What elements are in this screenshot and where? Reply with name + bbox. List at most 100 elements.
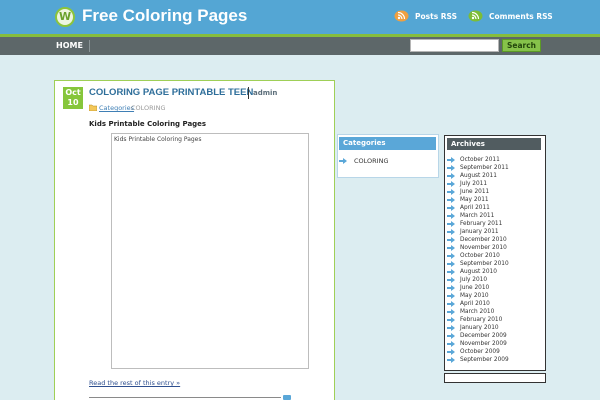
arrow-icon [339,158,347,164]
arrow-icon [447,325,455,331]
archive-item[interactable]: February 2010 [445,316,545,324]
archive-item-label: April 2010 [460,301,490,307]
archive-item[interactable]: September 2011 [445,164,545,172]
archive-item[interactable]: October 2011 [445,156,545,164]
arrow-icon [447,285,455,291]
archive-item[interactable]: January 2010 [445,324,545,332]
search-button[interactable]: Search [502,39,541,52]
archives-list: October 2011 September 2011 August 2011 Jul… [445,156,545,364]
archive-item[interactable]: July 2010 [445,276,545,284]
arrow-icon [447,245,455,251]
archive-item[interactable]: March 2010 [445,308,545,316]
arrow-icon [447,253,455,259]
archive-item-label: October 2010 [460,253,500,259]
arrow-icon [447,197,455,203]
archive-item[interactable]: April 2011 [445,204,545,212]
nav-divider [89,40,90,52]
arrow-icon [447,317,455,323]
archives-widget-footer [444,373,546,383]
archive-item-label: May 2010 [460,293,489,299]
folder-icon [89,104,97,111]
arrow-icon [447,189,455,195]
arrow-icon [447,261,455,267]
arrow-icon [447,221,455,227]
post-image[interactable]: Kids Printable Coloring Pages [111,133,309,369]
archive-item-label: May 2011 [460,197,489,203]
comments-rss-icon [468,10,483,22]
author-divider [248,87,249,99]
category-item-coloring[interactable]: COLORING [354,157,389,165]
arrow-icon [447,229,455,235]
archive-item[interactable]: July 2011 [445,180,545,188]
archive-item[interactable]: December 2010 [445,236,545,244]
archive-item[interactable]: June 2010 [445,284,545,292]
archive-item[interactable]: September 2010 [445,260,545,268]
nav-home-link[interactable]: HOME [56,41,83,50]
archive-item[interactable]: October 2010 [445,252,545,260]
archive-item[interactable]: March 2011 [445,212,545,220]
archive-item[interactable]: September 2009 [445,356,545,364]
wordpress-logo-icon[interactable] [55,7,75,27]
search-input[interactable] [410,39,499,52]
archive-item-label: December 2009 [460,333,507,339]
post-footer-divider [89,397,281,398]
arrow-icon [447,301,455,307]
arrow-icon [447,277,455,283]
arrow-icon [447,309,455,315]
archive-item-label: September 2010 [460,261,509,267]
posts-rss-label: Posts RSS [415,11,458,21]
arrow-icon [447,213,455,219]
archive-item-label: April 2011 [460,205,490,211]
categories-widget-title: Categories [339,137,436,150]
archive-item[interactable]: June 2011 [445,188,545,196]
arrow-icon [447,341,455,347]
archive-item[interactable]: February 2011 [445,220,545,228]
archive-item-label: June 2010 [460,285,490,291]
arrow-icon [447,237,455,243]
archive-item-label: July 2011 [460,181,488,187]
archive-item-label: September 2009 [460,357,509,363]
comments-rss-link[interactable]: Comments RSS [468,10,553,22]
arrow-icon [447,333,455,339]
rss-icon [394,10,409,22]
arrow-icon [447,269,455,275]
archive-item[interactable]: January 2011 [445,228,545,236]
read-more-link[interactable]: Read the rest of this entry » [89,379,180,387]
image-alt-text: Kids Printable Coloring Pages [114,136,202,143]
archive-item-label: August 2011 [460,173,497,179]
comments-rss-label: Comments RSS [489,11,553,21]
archive-item[interactable]: April 2010 [445,300,545,308]
main-nav: HOME Search [0,37,600,55]
post-category[interactable]: COLORING [131,104,166,112]
categories-label[interactable]: Categories [99,104,134,112]
archives-widget-title: Archives [447,138,541,150]
archive-item[interactable]: May 2011 [445,196,545,204]
post-date-badge: Oct 10 [63,87,83,109]
archive-item[interactable]: August 2010 [445,268,545,276]
archive-item-label: December 2010 [460,237,507,243]
comment-icon[interactable] [283,395,291,400]
archive-item[interactable]: May 2010 [445,292,545,300]
arrow-icon [447,357,455,363]
post-heading: Kids Printable Coloring Pages [89,120,207,128]
archive-item-label: February 2011 [460,221,503,227]
posts-rss-link[interactable]: Posts RSS [394,10,457,22]
archive-item[interactable]: November 2010 [445,244,545,252]
site-title[interactable]: Free Coloring Pages [82,6,247,26]
archive-item-label: March 2011 [460,213,495,219]
arrow-icon [447,157,455,163]
archive-item[interactable]: December 2009 [445,332,545,340]
archive-item-label: November 2009 [460,341,507,347]
archive-item[interactable]: August 2011 [445,172,545,180]
post-date-day: 10 [67,98,79,107]
archive-item-label: June 2011 [460,189,490,195]
archive-item-label: October 2011 [460,157,500,163]
archive-item-label: January 2010 [460,325,499,331]
archive-item[interactable]: November 2009 [445,340,545,348]
arrow-icon [447,293,455,299]
post-title[interactable]: COLORING PAGE PRINTABLE TEEN [89,87,253,98]
post-date-month: Oct [65,88,81,97]
archive-item[interactable]: October 2009 [445,348,545,356]
arrow-icon [447,181,455,187]
archive-item-label: August 2010 [460,269,497,275]
